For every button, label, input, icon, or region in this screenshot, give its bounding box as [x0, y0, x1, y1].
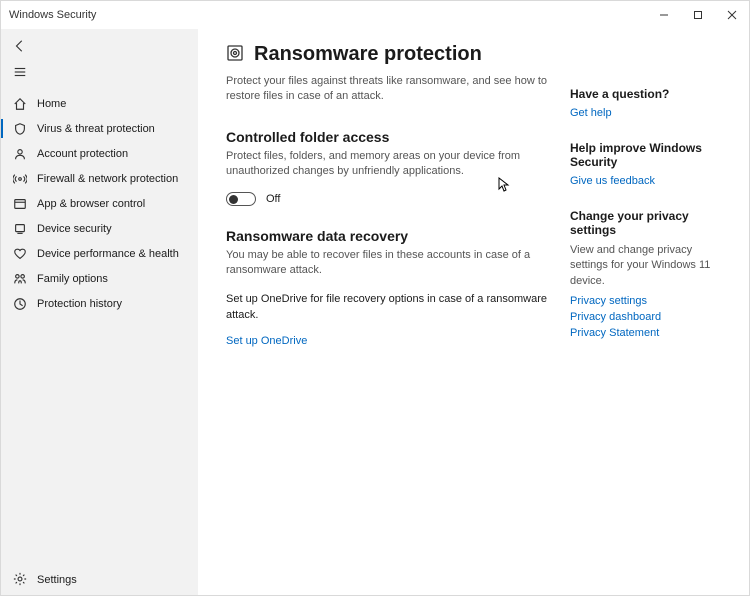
page-title: Ransomware protection	[254, 43, 482, 66]
sidebar-item-label: Device security	[37, 223, 112, 235]
cfa-heading: Controlled folder access	[226, 129, 554, 145]
sidebar-item-label: Virus & threat protection	[37, 123, 155, 135]
device-icon	[13, 222, 27, 236]
maximize-button[interactable]	[681, 1, 715, 29]
sidebar-item-label: Family options	[37, 273, 108, 285]
sidebar-item-firewall[interactable]: Firewall & network protection	[1, 166, 198, 191]
window-title: Windows Security	[9, 9, 96, 21]
privacy-heading: Change your privacy settings	[570, 209, 733, 237]
sidebar-item-performance-health[interactable]: Device performance & health	[1, 241, 198, 266]
sidebar-settings[interactable]: Settings	[1, 565, 198, 595]
sidebar-list: Home Virus & threat protection Account p…	[1, 91, 198, 565]
privacy-statement-link[interactable]: Privacy Statement	[570, 327, 733, 339]
privacy-body: View and change privacy settings for you…	[570, 243, 733, 289]
sidebar-item-family[interactable]: Family options	[1, 266, 198, 291]
privacy-dashboard-link[interactable]: Privacy dashboard	[570, 311, 733, 323]
recovery-body: You may be able to recover files in thes…	[226, 248, 554, 279]
back-button[interactable]	[1, 33, 198, 59]
sidebar-item-device-security[interactable]: Device security	[1, 216, 198, 241]
sidebar: Home Virus & threat protection Account p…	[1, 29, 198, 595]
cfa-toggle-label: Off	[266, 193, 280, 205]
sidebar-item-virus-threat[interactable]: Virus & threat protection	[1, 116, 198, 141]
sidebar-item-label: App & browser control	[37, 198, 145, 210]
sidebar-item-label: Account protection	[37, 148, 128, 160]
account-icon	[13, 147, 27, 161]
ransomware-icon	[226, 44, 244, 65]
get-help-link[interactable]: Get help	[570, 107, 733, 119]
sidebar-item-label: Settings	[37, 574, 77, 586]
sidebar-item-protection-history[interactable]: Protection history	[1, 291, 198, 316]
network-icon	[13, 172, 27, 186]
window-controls	[647, 1, 749, 29]
cfa-body: Protect files, folders, and memory areas…	[226, 149, 554, 180]
right-pane: Have a question? Get help Help improve W…	[554, 43, 749, 595]
sidebar-item-label: Home	[37, 98, 66, 110]
nav-menu-button[interactable]	[1, 59, 198, 85]
sidebar-item-label: Firewall & network protection	[37, 173, 178, 185]
feedback-link[interactable]: Give us feedback	[570, 175, 733, 187]
onedrive-note: Set up OneDrive for file recovery option…	[226, 292, 554, 323]
sidebar-item-label: Protection history	[37, 298, 122, 310]
family-icon	[13, 272, 27, 286]
shield-icon	[13, 122, 27, 136]
recovery-heading: Ransomware data recovery	[226, 228, 554, 244]
main-content: Ransomware protection Protect your files…	[198, 29, 749, 595]
history-icon	[13, 297, 27, 311]
sidebar-item-account[interactable]: Account protection	[1, 141, 198, 166]
cfa-toggle[interactable]	[226, 192, 256, 206]
sidebar-item-label: Device performance & health	[37, 248, 179, 260]
sidebar-item-home[interactable]: Home	[1, 91, 198, 116]
setup-onedrive-link[interactable]: Set up OneDrive	[226, 335, 554, 347]
app-icon	[13, 197, 27, 211]
sidebar-item-app-browser[interactable]: App & browser control	[1, 191, 198, 216]
gear-icon	[13, 572, 27, 589]
home-icon	[13, 97, 27, 111]
page-subtitle: Protect your files against threats like …	[226, 74, 554, 105]
question-heading: Have a question?	[570, 87, 733, 101]
privacy-settings-link[interactable]: Privacy settings	[570, 295, 733, 307]
improve-heading: Help improve Windows Security	[570, 141, 733, 169]
minimize-button[interactable]	[647, 1, 681, 29]
close-button[interactable]	[715, 1, 749, 29]
heart-icon	[13, 247, 27, 261]
titlebar: Windows Security	[1, 1, 749, 29]
